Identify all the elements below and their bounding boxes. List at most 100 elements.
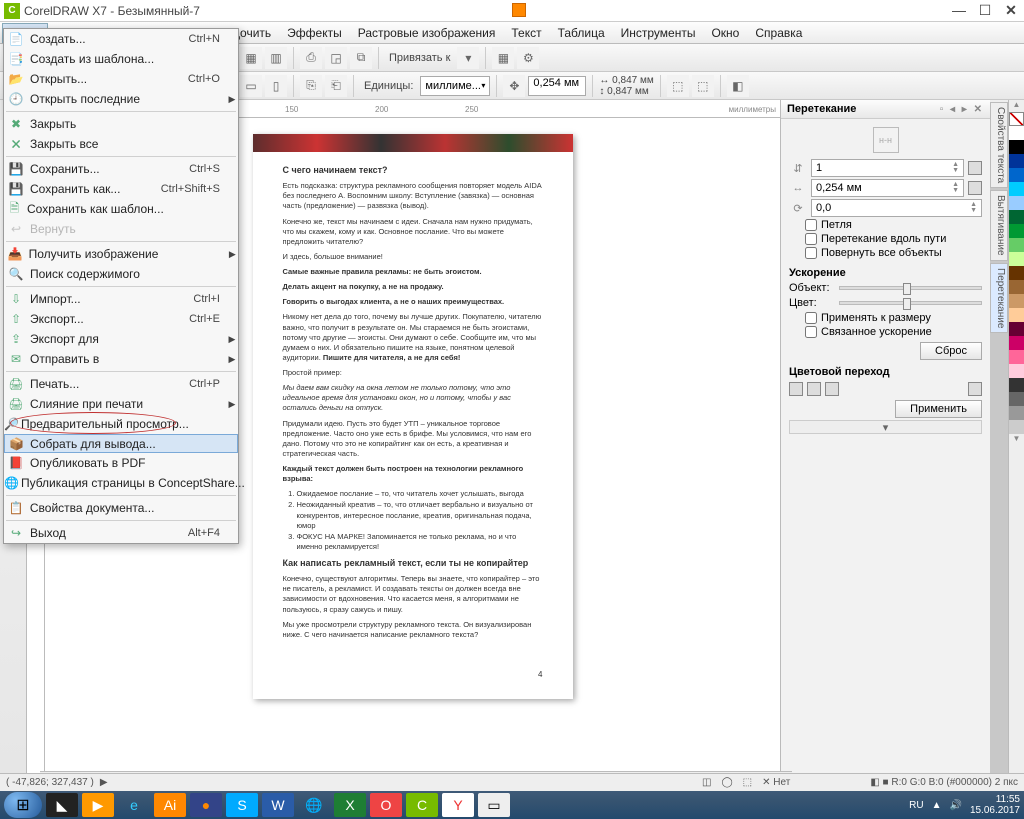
color-swatch[interactable] bbox=[1009, 364, 1024, 378]
color-swatch[interactable] bbox=[1009, 238, 1024, 252]
page-orient[interactable]: ▭ bbox=[240, 75, 262, 97]
color-swatch[interactable] bbox=[1009, 294, 1024, 308]
nudge-input[interactable]: 0,254 мм bbox=[528, 76, 586, 96]
file-menu-item[interactable]: 🗎Сохранить как шаблон... bbox=[4, 199, 238, 219]
tool-btn[interactable]: ⎗ bbox=[325, 75, 347, 97]
file-menu-item[interactable]: 🔍Поиск содержимого bbox=[4, 264, 238, 284]
tool-btn[interactable]: ⚙ bbox=[517, 47, 539, 69]
taskbar-app[interactable]: e bbox=[118, 793, 150, 817]
color-slider[interactable] bbox=[839, 301, 982, 305]
color-swatch[interactable] bbox=[1009, 154, 1024, 168]
path-check[interactable] bbox=[805, 233, 817, 245]
taskbar-app[interactable]: Ai bbox=[154, 793, 186, 817]
file-menu-item[interactable]: 🔎Предварительный просмотр... bbox=[4, 414, 238, 434]
close-button[interactable]: ✕ bbox=[1002, 2, 1020, 19]
tool-btn[interactable]: ⬚ bbox=[667, 75, 689, 97]
taskbar-app[interactable]: S bbox=[226, 793, 258, 817]
tool-btn[interactable]: ⎘ bbox=[300, 75, 322, 97]
color-swatch[interactable] bbox=[1009, 350, 1024, 364]
object-slider[interactable] bbox=[839, 286, 982, 290]
trans-icon[interactable] bbox=[807, 382, 821, 396]
file-menu-item[interactable]: ✖Закрыть bbox=[4, 114, 238, 134]
file-menu-item[interactable]: 🖨Печать...Ctrl+P bbox=[4, 374, 238, 394]
play-icon[interactable]: ▶ bbox=[100, 777, 108, 788]
file-menu-item[interactable]: 🗙Закрыть все bbox=[4, 134, 238, 154]
palette-arrow-down[interactable]: ▼ bbox=[1009, 434, 1024, 446]
file-menu-item[interactable]: 💾Сохранить...Ctrl+S bbox=[4, 159, 238, 179]
color-swatch[interactable] bbox=[1009, 308, 1024, 322]
file-menu-item[interactable]: 🕘Открыть последние▶ bbox=[4, 89, 238, 109]
color-swatch[interactable] bbox=[1009, 210, 1024, 224]
no-color-swatch[interactable] bbox=[1009, 112, 1024, 126]
color-swatch[interactable] bbox=[1009, 392, 1024, 406]
offset-input[interactable]: 0,254 мм▲▼ bbox=[811, 179, 964, 197]
taskbar-app[interactable]: Y bbox=[442, 793, 474, 817]
steps-input[interactable]: 1▲▼ bbox=[811, 159, 964, 177]
color-swatch[interactable] bbox=[1009, 252, 1024, 266]
start-button[interactable]: ⊞ bbox=[4, 792, 42, 818]
docker-expand[interactable]: ▾ bbox=[789, 420, 982, 434]
file-menu-item[interactable]: 📑Создать из шаблона... bbox=[4, 49, 238, 69]
lock-icon[interactable] bbox=[968, 181, 982, 195]
vtab-blend[interactable]: Перетекание bbox=[990, 263, 1008, 333]
file-menu-item[interactable]: 🌐Публикация страницы в ConceptShare... bbox=[4, 473, 238, 493]
tool-btn[interactable]: ▥ bbox=[265, 47, 287, 69]
taskbar-app[interactable]: ● bbox=[190, 793, 222, 817]
file-menu-item[interactable]: ⇧Экспорт...Ctrl+E bbox=[4, 309, 238, 329]
color-swatch[interactable] bbox=[1009, 224, 1024, 238]
lock-icon[interactable] bbox=[968, 161, 982, 175]
file-menu-item[interactable]: 📕Опубликовать в PDF bbox=[4, 453, 238, 473]
color-swatch[interactable] bbox=[1009, 168, 1024, 182]
vtab-extrude[interactable]: Вытягивание bbox=[990, 190, 1008, 261]
menu-bitmaps[interactable]: Растровые изображения bbox=[350, 23, 504, 43]
taskbar-app[interactable]: ▶ bbox=[82, 793, 114, 817]
tool-btn[interactable]: ⬚ bbox=[692, 75, 714, 97]
taskbar-app[interactable]: C bbox=[406, 793, 438, 817]
color-swatch[interactable] bbox=[1009, 182, 1024, 196]
trans-icon[interactable] bbox=[825, 382, 839, 396]
taskbar-app[interactable]: 🌐 bbox=[298, 793, 330, 817]
file-menu-item[interactable]: 📋Свойства документа... bbox=[4, 498, 238, 518]
taskbar-app[interactable]: ◣ bbox=[46, 793, 78, 817]
file-menu-item[interactable]: ⇪Экспорт для▶ bbox=[4, 329, 238, 349]
maximize-button[interactable]: ☐ bbox=[976, 2, 994, 19]
rotate-check[interactable] bbox=[805, 247, 817, 259]
color-swatch[interactable] bbox=[1009, 322, 1024, 336]
file-menu-item[interactable]: ✉Отправить в▶ bbox=[4, 349, 238, 369]
file-menu-item[interactable]: 📄Создать...Ctrl+N bbox=[4, 29, 238, 49]
loop-check[interactable] bbox=[805, 219, 817, 231]
tool-btn[interactable]: ▦ bbox=[492, 47, 514, 69]
file-menu-item[interactable]: 💾Сохранить как...Ctrl+Shift+S bbox=[4, 179, 238, 199]
taskbar-app[interactable]: O bbox=[370, 793, 402, 817]
tool-btn[interactable]: ◧ bbox=[727, 75, 749, 97]
file-menu-item[interactable]: ⇩Импорт...Ctrl+I bbox=[4, 289, 238, 309]
tray-icon[interactable]: 🔊 bbox=[949, 800, 961, 811]
menu-help[interactable]: Справка bbox=[747, 23, 810, 43]
taskbar-app[interactable]: X bbox=[334, 793, 366, 817]
minimize-button[interactable]: — bbox=[950, 2, 968, 19]
color-swatch[interactable] bbox=[1009, 280, 1024, 294]
preset-icon[interactable]: н-н bbox=[873, 127, 899, 153]
angle-input[interactable]: 0,0▲▼ bbox=[811, 199, 982, 217]
tool-btn[interactable]: ⧉ bbox=[350, 47, 372, 69]
file-menu-item[interactable]: 📥Получить изображение▶ bbox=[4, 244, 238, 264]
menu-window[interactable]: Окно bbox=[703, 23, 747, 43]
snap-dropdown[interactable]: ▾ bbox=[457, 47, 479, 69]
palette-arrow-up[interactable]: ▲ bbox=[1009, 100, 1024, 112]
menu-effects[interactable]: Эффекты bbox=[279, 23, 350, 43]
menu-table[interactable]: Таблица bbox=[550, 23, 613, 43]
tool-btn[interactable]: ◲ bbox=[325, 47, 347, 69]
apply-button[interactable]: Применить bbox=[895, 400, 982, 418]
menu-tools[interactable]: Инструменты bbox=[613, 23, 704, 43]
trans-icon[interactable] bbox=[789, 382, 803, 396]
page-orient[interactable]: ▯ bbox=[265, 75, 287, 97]
docker-title[interactable]: Перетекание▫ ◂ ▸ ✕ bbox=[781, 100, 990, 119]
tool-btn[interactable]: ⎙ bbox=[300, 47, 322, 69]
fill-swatch[interactable]: ◧ ■ R:0 G:0 B:0 (#000000) 2 пкс bbox=[870, 777, 1018, 788]
taskbar-app[interactable]: W bbox=[262, 793, 294, 817]
lang-indicator[interactable]: RU bbox=[909, 800, 923, 811]
units-select[interactable]: миллиме...▾ bbox=[420, 76, 490, 96]
color-swatch[interactable] bbox=[1009, 420, 1024, 434]
color-swatch[interactable] bbox=[1009, 378, 1024, 392]
link-check[interactable] bbox=[805, 326, 817, 338]
